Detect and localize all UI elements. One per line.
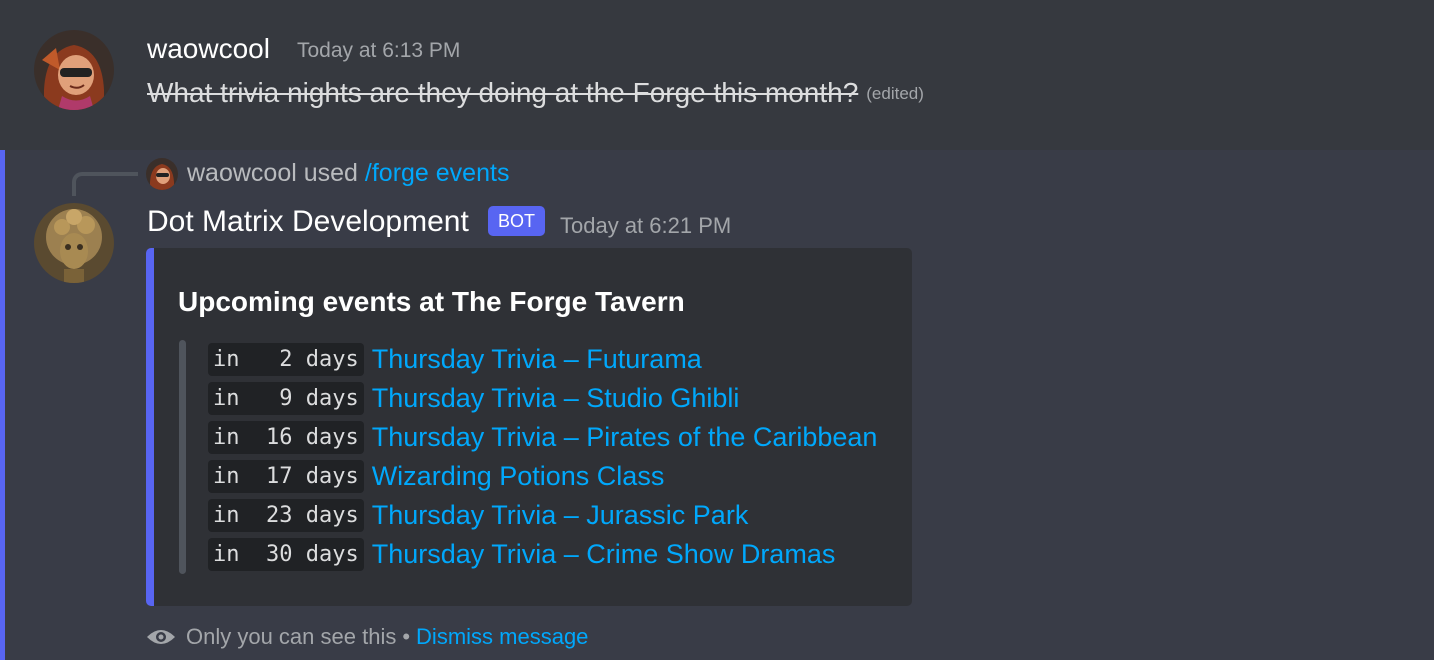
event-countdown: in 30 days — [208, 538, 364, 571]
edited-label: (edited) — [866, 84, 924, 103]
timestamp: Today at 6:13 PM — [297, 39, 461, 62]
message-waowcool: waowcool Today at 6:13 PM What trivia ni… — [0, 0, 1434, 128]
bot-username[interactable]: Dot Matrix Development — [147, 205, 469, 239]
event-link[interactable]: Wizarding Potions Class — [372, 461, 665, 492]
reply-avatar[interactable] — [146, 158, 178, 190]
visibility-notice: Only you can see this — [186, 624, 397, 649]
event-countdown: in 2 days — [208, 343, 364, 376]
list-item: in 16 days Thursday Trivia – Pirates of … — [208, 418, 877, 457]
event-countdown: in 23 days — [208, 499, 364, 532]
event-countdown: in 9 days — [208, 382, 364, 415]
reply-username[interactable]: waowcool — [187, 159, 297, 187]
embed: Upcoming events at The Forge Tavern in 2… — [146, 248, 912, 606]
reply-spine — [72, 172, 138, 196]
message-text: What trivia nights are they doing at the… — [147, 77, 859, 108]
avatar-waowcool[interactable] — [34, 30, 114, 110]
username[interactable]: waowcool — [147, 33, 270, 65]
event-countdown: in 17 days — [208, 460, 364, 493]
slash-command-link[interactable]: /forge events — [365, 159, 510, 187]
dismiss-message-link[interactable]: Dismiss message — [416, 624, 588, 650]
avatar-bot[interactable] — [34, 203, 114, 283]
bot-tag: BOT — [488, 206, 546, 236]
event-list: in 2 days Thursday Trivia – Futurama in … — [208, 340, 877, 574]
list-item: in 30 days Thursday Trivia – Crime Show … — [208, 535, 877, 574]
list-item: in 2 days Thursday Trivia – Futurama — [208, 340, 877, 379]
ephemeral-footer: Only you can see this • Dismiss message — [146, 624, 588, 650]
event-link[interactable]: Thursday Trivia – Pirates of the Caribbe… — [372, 422, 878, 453]
list-item: in 9 days Thursday Trivia – Studio Ghibl… — [208, 379, 877, 418]
list-item: in 23 days Thursday Trivia – Jurassic Pa… — [208, 496, 877, 535]
event-link[interactable]: Thursday Trivia – Futurama — [372, 344, 702, 375]
list-item: in 17 days Wizarding Potions Class — [208, 457, 877, 496]
command-reply-context: waowcool used /forge events — [187, 159, 509, 188]
ephemeral-highlight-bar — [0, 150, 5, 660]
embed-accent-bar — [146, 248, 154, 606]
event-link[interactable]: Thursday Trivia – Crime Show Dramas — [372, 539, 836, 570]
blockquote-bar — [179, 340, 186, 574]
embed-title: Upcoming events at The Forge Tavern — [178, 286, 685, 317]
separator: • — [402, 624, 411, 649]
timestamp: Today at 6:21 PM — [560, 213, 732, 238]
event-link[interactable]: Thursday Trivia – Studio Ghibli — [372, 383, 740, 414]
event-countdown: in 16 days — [208, 421, 364, 454]
reply-used-label: used — [303, 159, 358, 187]
message-bot-ephemeral: waowcool used /forge events Dot Matrix D… — [0, 150, 1434, 660]
event-link[interactable]: Thursday Trivia – Jurassic Park — [372, 500, 749, 531]
eye-icon — [146, 627, 176, 647]
message-content: What trivia nights are they doing at the… — [147, 77, 924, 109]
